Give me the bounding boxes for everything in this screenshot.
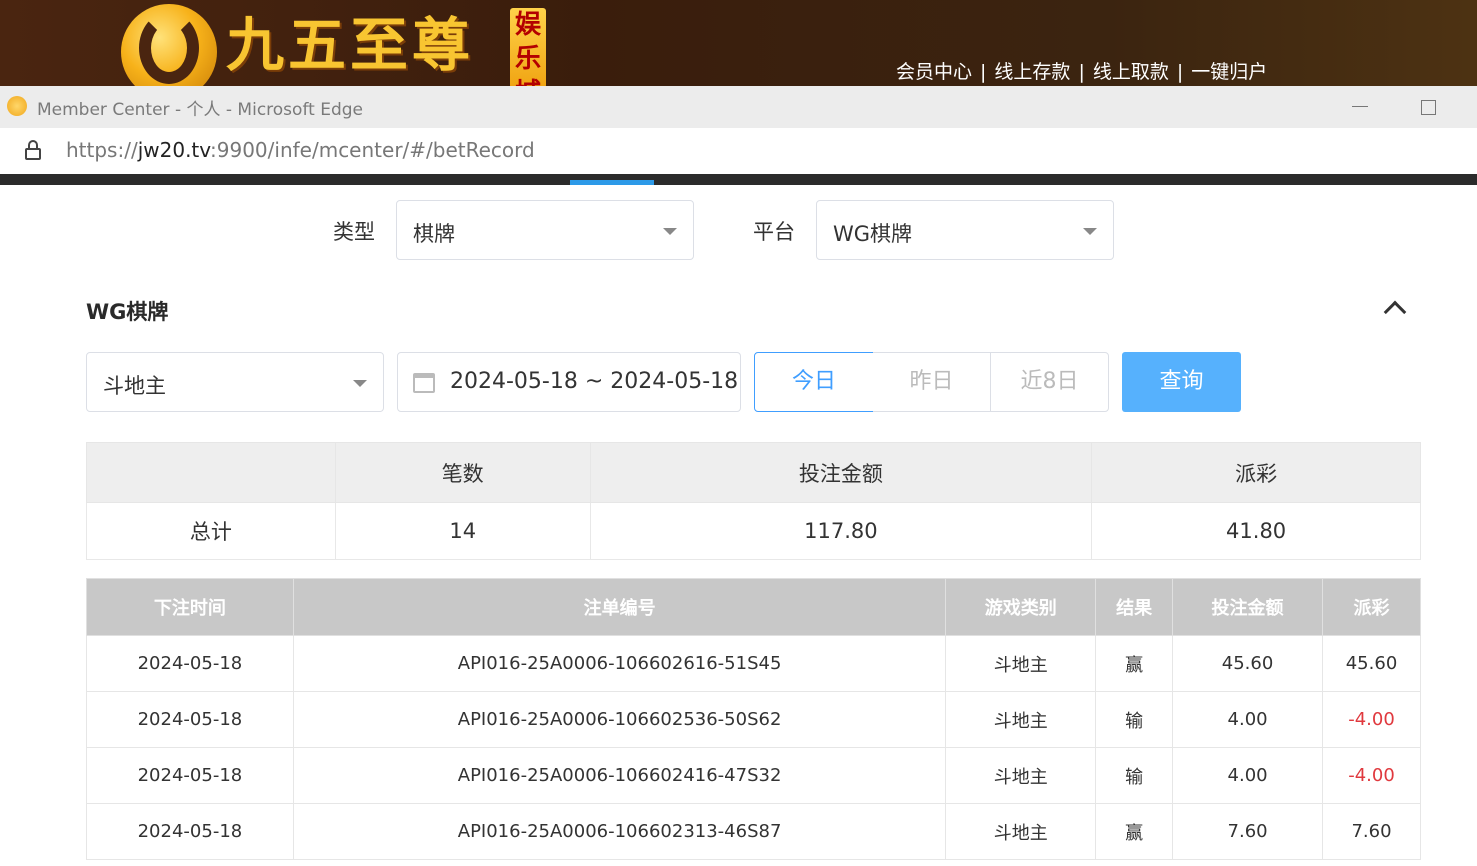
page-tab-strip	[0, 174, 1477, 185]
window-titlebar: Member Center - 个人 - Microsoft Edge	[0, 86, 1477, 128]
type-label: 类型	[333, 220, 375, 244]
table-row: 2024-05-18 API016-25A0006-106602416-47S3…	[86, 747, 1421, 804]
chevron-down-icon	[1083, 228, 1097, 235]
section-title: WG棋牌	[86, 300, 169, 324]
col-order-number: 注单编号	[292, 578, 947, 636]
platform-label: 平台	[753, 220, 795, 244]
nav-member-center[interactable]: 会员中心	[896, 57, 972, 84]
col-game-type: 游戏类别	[945, 578, 1097, 636]
table-row: 2024-05-18 API016-25A0006-106602313-46S8…	[86, 803, 1421, 860]
table-row: 2024-05-18 API016-25A0006-106602616-51S4…	[86, 635, 1421, 692]
table-row: 2024-05-18 API016-25A0006-106602536-50S6…	[86, 691, 1421, 748]
summary-header-count: 笔数	[334, 442, 591, 503]
address-bar[interactable]: https://jw20.tv:9900/infe/mcenter/#/betR…	[0, 128, 1477, 174]
col-result: 结果	[1095, 578, 1174, 636]
maximize-icon[interactable]	[1421, 100, 1436, 115]
nav-one-click-transfer[interactable]: 一键归户	[1191, 57, 1267, 84]
platform-select[interactable]: WG棋牌	[816, 200, 1114, 260]
active-tab-indicator	[570, 180, 654, 185]
game-select[interactable]: 斗地主	[86, 352, 384, 412]
logo-text: 九五至尊	[226, 11, 475, 79]
range-last-8-days-button[interactable]: 近8日	[990, 352, 1109, 412]
calendar-icon	[413, 373, 435, 393]
summary-table: 笔数 投注金额 派彩 总计 14 117.80 41.80	[86, 442, 1421, 560]
summary-header-bet-amount: 投注金额	[589, 442, 1093, 503]
summary-count: 14	[334, 502, 591, 560]
col-bet-amount: 投注金额	[1172, 578, 1323, 636]
type-select[interactable]: 棋牌	[396, 200, 694, 260]
window-title: Member Center - 个人 - Microsoft Edge	[37, 100, 363, 120]
date-range-input[interactable]: 2024-05-18 ~ 2024-05-18	[397, 352, 741, 412]
site-banner: 九五至尊 娱 乐 城 会员中心|线上存款|线上取款|一键归户	[0, 0, 1477, 86]
range-yesterday-button[interactable]: 昨日	[873, 352, 991, 412]
url-text[interactable]: https://jw20.tv:9900/infe/mcenter/#/betR…	[66, 138, 535, 162]
bet-records-table: 下注时间 注单编号 游戏类别 结果 投注金额 派彩 2024-05-18 API…	[86, 578, 1421, 860]
lock-icon[interactable]	[25, 140, 41, 160]
logo-emblem-icon	[121, 4, 217, 86]
summary-header-payout: 派彩	[1091, 442, 1421, 503]
chevron-down-icon	[663, 228, 677, 235]
col-bet-time: 下注时间	[86, 578, 294, 636]
top-nav: 会员中心 | 线上存款 | 线上取款 | 一键归户	[896, 57, 1267, 84]
summary-bet-amount: 117.80	[589, 502, 1093, 560]
summary-row: 总计 14 117.80 41.80	[86, 502, 1421, 560]
site-favicon-icon	[7, 96, 27, 116]
summary-header-blank	[86, 442, 336, 503]
range-today-button[interactable]: 今日	[754, 352, 874, 412]
summary-total-label: 总计	[86, 502, 336, 560]
minimize-icon[interactable]	[1352, 106, 1368, 107]
query-button[interactable]: 查询	[1122, 352, 1241, 412]
chevron-up-icon[interactable]	[1384, 300, 1406, 322]
col-payout: 派彩	[1322, 578, 1421, 636]
chevron-down-icon	[353, 380, 367, 387]
logo-badge: 娱 乐 城	[510, 8, 546, 86]
summary-payout: 41.80	[1091, 502, 1421, 560]
nav-online-deposit[interactable]: 线上存款	[994, 57, 1070, 84]
nav-online-withdraw[interactable]: 线上取款	[1093, 57, 1169, 84]
